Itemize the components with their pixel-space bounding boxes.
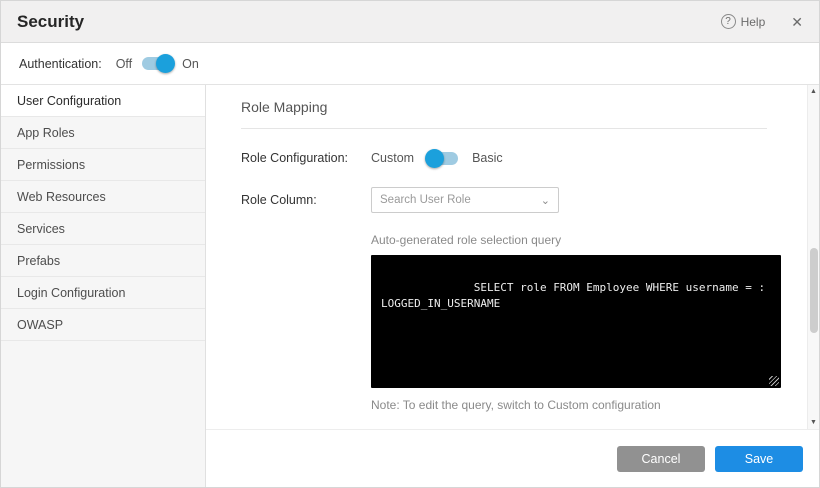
sidebar-item-app-roles[interactable]: App Roles — [1, 117, 205, 149]
dialog-header: Security ? Help ✕ — [1, 1, 819, 43]
sidebar-item-permissions[interactable]: Permissions — [1, 149, 205, 181]
authentication-on-label: On — [182, 57, 199, 71]
vertical-scrollbar[interactable]: ▲ ▼ — [807, 85, 819, 429]
security-dialog: Security ? Help ✕ Authentication: Off On… — [0, 0, 820, 488]
authentication-bar: Authentication: Off On — [1, 43, 819, 85]
sidebar-item-login-configuration[interactable]: Login Configuration — [1, 277, 205, 309]
sidebar-item-services[interactable]: Services — [1, 213, 205, 245]
query-caption: Auto-generated role selection query — [371, 233, 767, 247]
page-title: Security — [17, 12, 721, 32]
role-configuration-row: Role Configuration: Custom Basic — [241, 151, 767, 165]
role-query-text: SELECT role FROM Employee WHERE username… — [381, 281, 765, 311]
toggle-knob — [156, 54, 175, 73]
sidebar-item-prefabs[interactable]: Prefabs — [1, 245, 205, 277]
chevron-down-icon: ⌄ — [541, 194, 550, 207]
custom-mode-label: Custom — [371, 151, 414, 165]
scroll-down-arrow-icon[interactable]: ▼ — [810, 416, 817, 429]
scrollbar-track[interactable] — [808, 98, 819, 416]
role-configuration-toggle[interactable] — [428, 152, 458, 165]
authentication-off-label: Off — [116, 57, 132, 71]
role-column-select[interactable]: Search User Role ⌄ — [371, 187, 559, 213]
help-button[interactable]: ? Help — [721, 14, 766, 29]
toggle-knob — [425, 149, 444, 168]
query-block: Auto-generated role selection query SELE… — [371, 233, 767, 412]
authentication-label: Authentication: — [19, 57, 102, 71]
question-circle-icon: ? — [721, 14, 736, 29]
role-query-textarea[interactable]: SELECT role FROM Employee WHERE username… — [371, 255, 781, 388]
scrollbar-thumb[interactable] — [810, 248, 818, 333]
sidebar-item-web-resources[interactable]: Web Resources — [1, 181, 205, 213]
resize-handle[interactable] — [769, 376, 779, 386]
role-configuration-label: Role Configuration: — [241, 151, 371, 165]
help-label: Help — [741, 15, 766, 29]
sidebar-item-owasp[interactable]: OWASP — [1, 309, 205, 341]
role-column-placeholder: Search User Role — [380, 194, 541, 206]
dialog-footer: Cancel Save — [206, 429, 819, 487]
cancel-button[interactable]: Cancel — [617, 446, 705, 472]
security-sidebar: User Configuration App Roles Permissions… — [1, 85, 206, 487]
content-column: Role Mapping Role Configuration: Custom … — [206, 85, 819, 487]
sidebar-item-user-configuration[interactable]: User Configuration — [1, 85, 205, 117]
close-icon[interactable]: ✕ — [791, 15, 803, 29]
role-mapping-panel: Role Mapping Role Configuration: Custom … — [206, 85, 819, 429]
scroll-up-arrow-icon[interactable]: ▲ — [810, 85, 817, 98]
basic-mode-label: Basic — [472, 151, 503, 165]
save-button[interactable]: Save — [715, 446, 803, 472]
section-title: Role Mapping — [241, 99, 767, 129]
authentication-toggle[interactable] — [142, 57, 172, 70]
query-note: Note: To edit the query, switch to Custo… — [371, 398, 767, 412]
role-column-row: Role Column: Search User Role ⌄ — [241, 187, 767, 213]
dialog-body: User Configuration App Roles Permissions… — [1, 85, 819, 487]
role-column-label: Role Column: — [241, 193, 371, 207]
